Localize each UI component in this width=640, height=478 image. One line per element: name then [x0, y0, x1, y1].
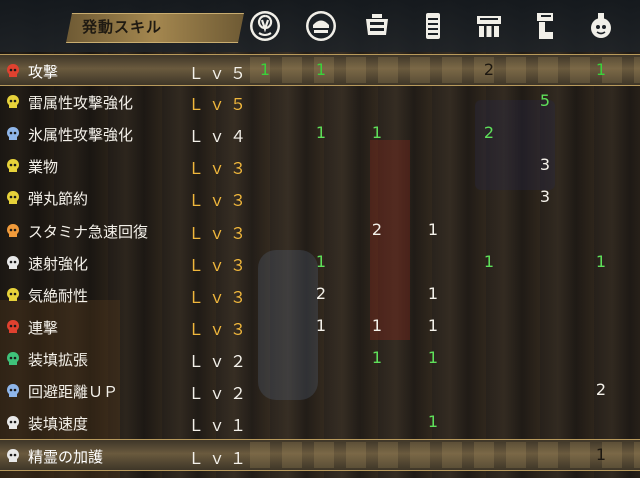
skill-gem-icon: [7, 64, 19, 77]
skill-point-cell: 5: [539, 91, 551, 111]
skill-point-cell: 1: [371, 347, 383, 367]
skill-gem-icon: [7, 319, 19, 333]
skill-row[interactable]: 精霊の加護 Ｌｖ１ 1: [0, 439, 640, 472]
skill-point-cell: 2: [483, 123, 495, 143]
skill-point-cell: 1: [427, 283, 439, 303]
skill-gem-icon: [7, 287, 19, 301]
page-title: 発動スキル: [82, 18, 163, 36]
skill-name: 気絶耐性: [28, 286, 89, 305]
skill-name: 氷属性攻撃強化: [28, 126, 134, 145]
skill-point-cell: 1: [427, 412, 439, 432]
skill-level: Ｌｖ３: [188, 191, 252, 211]
skill-name: 回避距離ＵＰ: [28, 383, 119, 401]
helm-icon[interactable]: [300, 6, 342, 46]
skill-level: Ｌｖ４: [188, 127, 252, 147]
skill-gem-icon: [7, 351, 19, 365]
charm-icon[interactable]: [580, 6, 622, 46]
waist-icon[interactable]: [468, 6, 510, 46]
skill-row[interactable]: 速射強化 Ｌｖ３ 1 1 1: [0, 247, 640, 279]
skill-point-cell: 2: [483, 60, 495, 79]
weapon-slot-icon[interactable]: [244, 6, 286, 46]
skill-name: 装填速度: [28, 415, 89, 434]
skill-row[interactable]: 回避距離ＵＰ Ｌｖ２ 2: [0, 375, 640, 407]
skill-level: Ｌｖ３: [188, 159, 252, 179]
skill-level: Ｌｖ３: [188, 255, 252, 275]
skill-level: Ｌｖ３: [188, 287, 252, 307]
legs-icon[interactable]: [524, 6, 566, 46]
skill-name: 攻撃: [28, 63, 59, 81]
skill-gem-icon: [7, 223, 19, 237]
chest-icon[interactable]: [356, 6, 398, 46]
skill-name: 連撃: [28, 318, 59, 337]
skill-name: 業物: [28, 158, 59, 177]
arms-icon[interactable]: [412, 6, 454, 46]
skill-gem-icon: [7, 449, 19, 463]
skill-point-cell: 1: [315, 123, 327, 143]
skill-point-cell: 1: [371, 123, 383, 143]
skill-row[interactable]: 装填速度 Ｌｖ１ 1: [0, 407, 640, 439]
skill-level: Ｌｖ２: [188, 351, 252, 371]
skill-point-cell: 1: [315, 60, 327, 79]
skill-gem-icon: [7, 416, 19, 430]
skill-name: スタミナ急速回復: [28, 222, 149, 241]
skill-name: 弾丸節約: [28, 190, 89, 209]
skill-level: Ｌｖ５: [188, 64, 252, 83]
skill-point-cell: 1: [315, 251, 327, 271]
skill-row[interactable]: スタミナ急速回復 Ｌｖ３ 2 1: [0, 215, 640, 247]
skill-name: 雷属性攻撃強化: [28, 94, 134, 113]
skill-name: 精霊の加護: [28, 448, 104, 467]
skill-point-cell: 2: [371, 219, 383, 239]
skill-point-cell: 1: [427, 219, 439, 239]
skill-row[interactable]: 雷属性攻撃強化 Ｌｖ５ 5: [0, 86, 640, 118]
skill-point-cell: 1: [315, 315, 327, 335]
skill-point-cell: 1: [427, 347, 439, 367]
skill-point-cell: 3: [539, 187, 551, 207]
skill-point-cell: 1: [595, 60, 607, 79]
skill-table-header: 発動スキル: [0, 0, 640, 52]
skill-row[interactable]: 気絶耐性 Ｌｖ３ 2 1: [0, 279, 640, 311]
skill-point-cell: 1: [595, 445, 607, 465]
skill-gem-icon: [7, 127, 19, 141]
skill-level: Ｌｖ１: [188, 416, 252, 436]
skill-gem-icon: [7, 95, 19, 109]
skill-point-cell: 2: [595, 380, 607, 399]
skill-gem-icon: [7, 191, 19, 205]
skill-level: Ｌｖ１: [188, 449, 252, 469]
skill-level: Ｌｖ３: [188, 223, 252, 243]
skill-point-cell: 3: [539, 155, 551, 175]
skill-gem-icon: [7, 255, 19, 269]
skill-point-cell: 1: [259, 60, 271, 79]
skill-row[interactable]: 弾丸節約 Ｌｖ３ 3: [0, 182, 640, 214]
skill-row[interactable]: 業物 Ｌｖ３ 3: [0, 150, 640, 182]
skill-gem-icon: [7, 384, 19, 397]
skill-level: Ｌｖ３: [188, 319, 252, 339]
skill-point-cell: 1: [427, 315, 439, 335]
skill-point-cell: 2: [315, 283, 327, 303]
skill-gem-icon: [7, 159, 19, 173]
skill-level: Ｌｖ５: [188, 95, 252, 115]
skill-name: 装填拡張: [28, 350, 89, 369]
skill-row[interactable]: 氷属性攻撃強化 Ｌｖ４ 1 1 2: [0, 118, 640, 150]
skill-row[interactable]: 連撃 Ｌｖ３ 1 1 1: [0, 311, 640, 343]
skill-level: Ｌｖ２: [188, 384, 252, 403]
skill-name: 速射強化: [28, 254, 89, 273]
skill-point-cell: 1: [595, 251, 607, 271]
skill-point-cell: 1: [483, 251, 495, 271]
skill-point-cell: 1: [371, 315, 383, 335]
skill-row[interactable]: 攻撃 Ｌｖ５ 1 1 2 1: [0, 54, 640, 86]
skill-row[interactable]: 装填拡張 Ｌｖ２ 1 1: [0, 343, 640, 375]
